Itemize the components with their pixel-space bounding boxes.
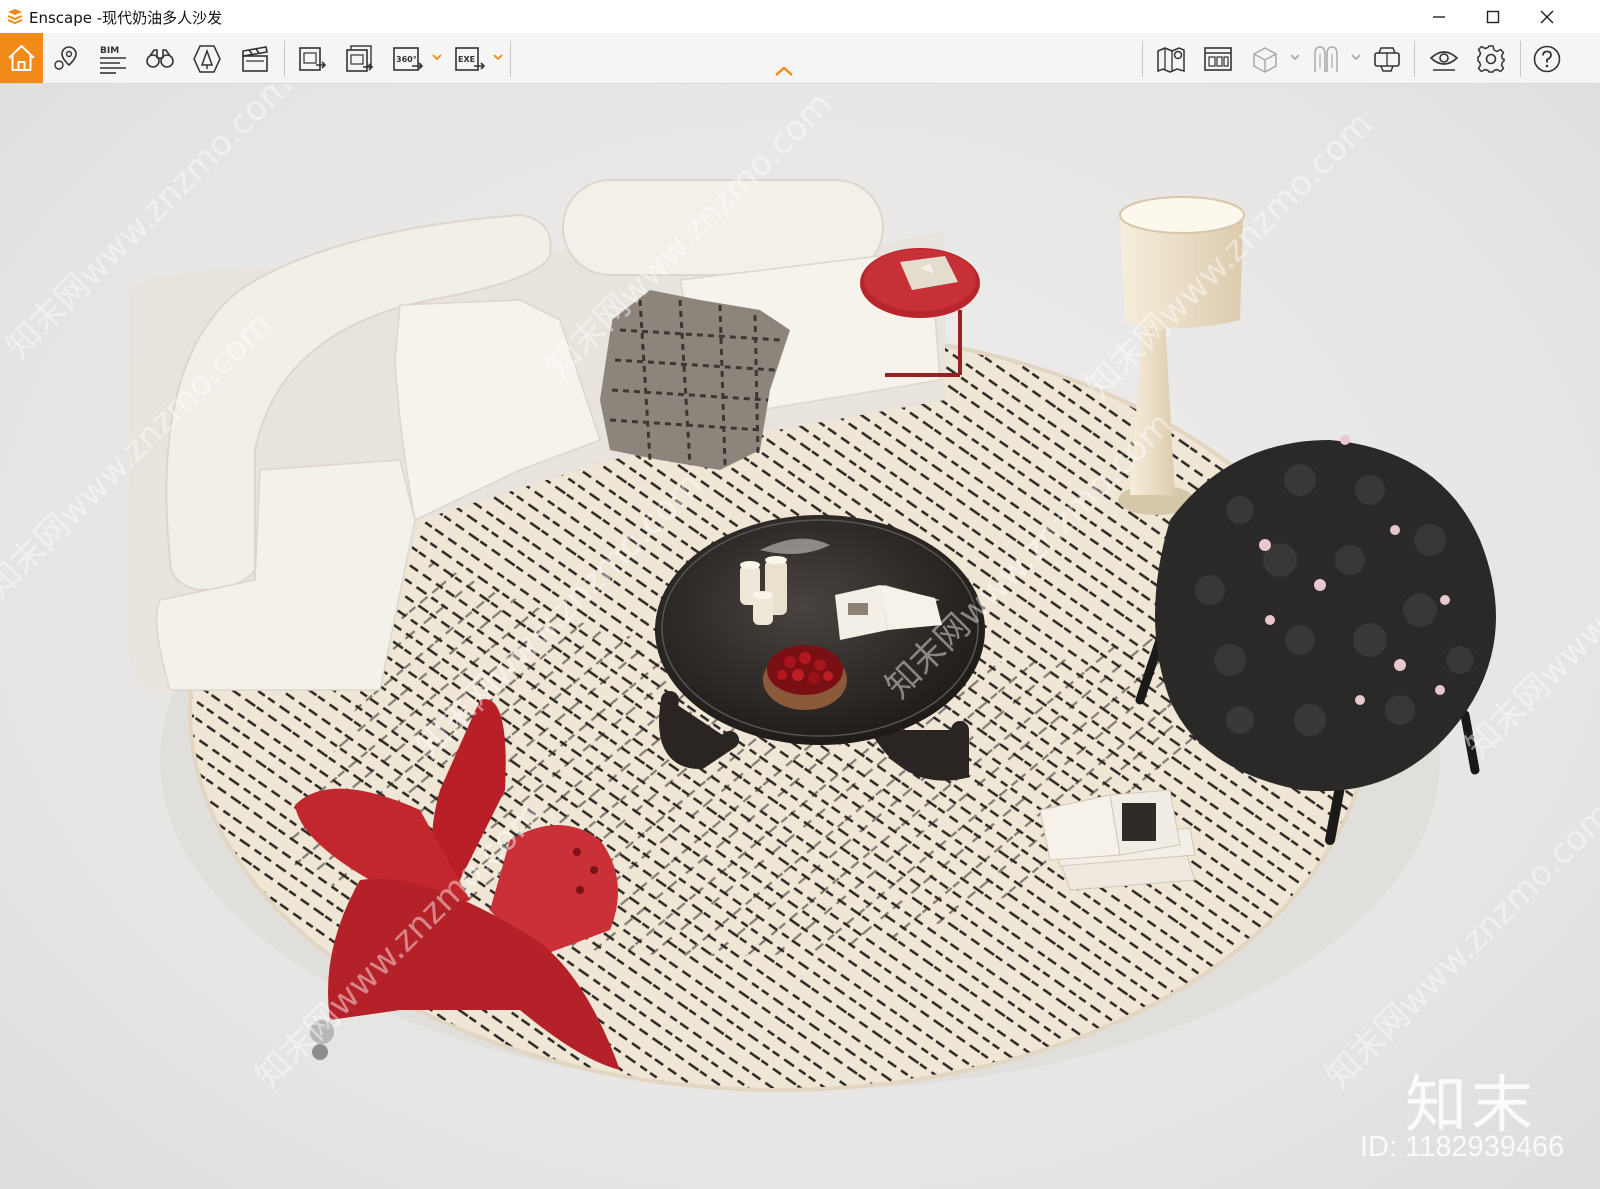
enscape-logo-icon bbox=[7, 9, 23, 25]
material-editor-button[interactable] bbox=[1199, 41, 1235, 75]
svg-text:EXE: EXE bbox=[458, 55, 475, 64]
video-editor-button[interactable] bbox=[236, 41, 272, 75]
location-pin-icon bbox=[54, 46, 77, 70]
panorama-export-icon: 360° bbox=[393, 47, 424, 71]
toolbar-separator bbox=[1142, 41, 1143, 77]
render-viewport[interactable]: 知末网www.znzmo.com 知末网www.znzmo.com 知末网www… bbox=[0, 84, 1600, 1189]
settings-button[interactable] bbox=[1472, 41, 1508, 75]
toolbar-separator bbox=[1520, 41, 1521, 77]
svg-text:360°: 360° bbox=[396, 55, 417, 64]
close-button[interactable] bbox=[1520, 0, 1574, 33]
chevron-down-icon[interactable] bbox=[432, 53, 442, 61]
close-icon bbox=[1540, 10, 1554, 24]
cherry-bowl bbox=[763, 645, 847, 710]
enscape-toolbar: BIM 360° EXE bbox=[0, 33, 1600, 84]
collab-icon bbox=[1314, 46, 1338, 72]
minimize-icon bbox=[1433, 16, 1445, 18]
home-button[interactable] bbox=[0, 33, 43, 83]
panorama-export-button[interactable]: 360° bbox=[388, 41, 424, 75]
toolbar-separator bbox=[1414, 41, 1415, 77]
minimize-button[interactable] bbox=[1412, 0, 1466, 33]
help-button[interactable] bbox=[1528, 41, 1564, 75]
visual-settings-button[interactable] bbox=[1425, 41, 1461, 75]
maximize-icon bbox=[1486, 10, 1500, 24]
batch-export-button[interactable] bbox=[340, 41, 376, 75]
eye-icon bbox=[1429, 51, 1459, 71]
chevron-down-icon[interactable] bbox=[1290, 53, 1300, 61]
model-view-button[interactable] bbox=[1246, 41, 1282, 75]
vr-headset-button[interactable] bbox=[1368, 41, 1404, 75]
views-button[interactable] bbox=[48, 41, 84, 75]
title-bar: Enscape -现代奶油多人沙发 bbox=[0, 0, 1600, 33]
screenshot-export-button[interactable] bbox=[293, 41, 329, 75]
clapperboard-icon bbox=[242, 46, 268, 72]
chevron-down-icon[interactable] bbox=[1351, 53, 1361, 61]
home-icon bbox=[8, 45, 35, 71]
svg-text:BIM: BIM bbox=[100, 46, 119, 56]
binoculars-icon bbox=[146, 49, 174, 68]
asset-library-button[interactable] bbox=[188, 41, 224, 75]
exe-export-icon: EXE bbox=[455, 47, 486, 71]
chevron-down-icon[interactable] bbox=[493, 53, 503, 61]
map-button[interactable] bbox=[1152, 41, 1188, 75]
asset-library-icon bbox=[193, 45, 221, 73]
toolbar-separator bbox=[284, 41, 285, 77]
help-icon bbox=[1533, 45, 1561, 73]
watermark-id: ID: 1182939466 bbox=[1360, 1131, 1565, 1163]
maximize-button[interactable] bbox=[1466, 0, 1520, 33]
bim-button[interactable]: BIM bbox=[94, 41, 130, 75]
map-icon bbox=[1157, 47, 1185, 73]
binoculars-button[interactable] bbox=[141, 41, 177, 75]
chevron-up-icon[interactable] bbox=[773, 64, 795, 78]
cube-icon bbox=[1253, 47, 1277, 73]
vr-headset-icon bbox=[1374, 47, 1400, 72]
batch-export-icon bbox=[346, 45, 374, 72]
window-title: Enscape -现代奶油多人沙发 bbox=[29, 9, 223, 27]
material-editor-icon bbox=[1204, 47, 1232, 71]
bim-icon: BIM bbox=[100, 46, 126, 74]
exe-export-button[interactable]: EXE bbox=[450, 41, 486, 75]
collaborative-button[interactable] bbox=[1307, 41, 1343, 75]
scene-render: 知末网www.znzmo.com 知末网www.znzmo.com 知末网www… bbox=[0, 84, 1600, 1096]
image-export-icon bbox=[299, 47, 327, 71]
gear-icon bbox=[1477, 45, 1505, 73]
toolbar-separator bbox=[510, 41, 511, 77]
